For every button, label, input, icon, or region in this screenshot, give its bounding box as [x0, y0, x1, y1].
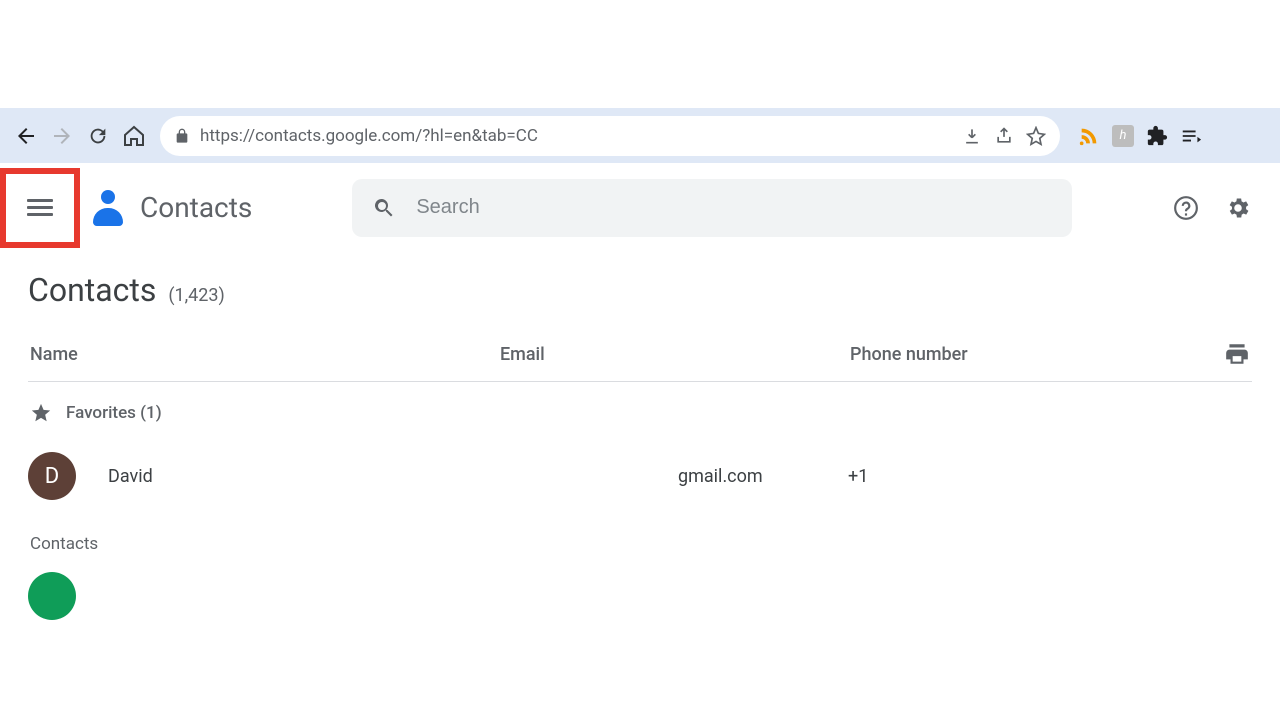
contacts-section: Contacts: [30, 534, 1252, 554]
help-icon: [1173, 195, 1199, 221]
contact-email: gmail.com: [678, 466, 848, 487]
avatar[interactable]: [28, 572, 76, 620]
settings-button[interactable]: [1224, 194, 1252, 222]
star-filled-icon: [30, 402, 52, 424]
install-icon[interactable]: [962, 126, 982, 146]
favorites-section: Favorites (1): [30, 402, 1252, 424]
app-title: Contacts: [140, 191, 252, 224]
browser-toolbar: https://contacts.google.com/?hl=en&tab=C…: [0, 108, 1280, 163]
column-phone: Phone number: [850, 344, 1190, 365]
contact-count: (1,423): [168, 285, 224, 306]
help-button[interactable]: [1172, 194, 1200, 222]
lock-icon: [174, 128, 190, 144]
search-input[interactable]: [416, 196, 1052, 219]
contact-phone: +1: [848, 466, 1252, 487]
contacts-label: Contacts: [30, 534, 98, 554]
contact-row[interactable]: D David gmail.com +1: [28, 442, 1252, 510]
url-text: https://contacts.google.com/?hl=en&tab=C…: [200, 126, 952, 146]
star-icon[interactable]: [1026, 126, 1046, 146]
share-icon[interactable]: [994, 126, 1014, 146]
reading-list-icon[interactable]: [1180, 125, 1202, 147]
print-icon: [1224, 341, 1250, 367]
avatar: D: [28, 452, 76, 500]
column-name: Name: [30, 344, 500, 365]
main-content: Contacts (1,423) Name Email Phone number…: [0, 253, 1280, 638]
hamburger-icon: [27, 195, 53, 220]
address-bar[interactable]: https://contacts.google.com/?hl=en&tab=C…: [160, 116, 1060, 156]
home-icon[interactable]: [120, 122, 148, 150]
gear-icon: [1225, 195, 1251, 221]
contacts-logo-icon: [90, 190, 126, 226]
table-header: Name Email Phone number: [28, 333, 1252, 382]
favorites-label: Favorites (1): [66, 403, 162, 423]
rss-extension-icon[interactable]: [1078, 125, 1100, 147]
reload-icon[interactable]: [84, 122, 112, 150]
app-header: Contacts: [0, 163, 1280, 253]
page-title: Contacts: [28, 271, 156, 309]
search-box[interactable]: [352, 179, 1072, 237]
extension-icon[interactable]: h: [1112, 125, 1134, 147]
column-email: Email: [500, 344, 850, 365]
print-button[interactable]: [1224, 341, 1250, 367]
contact-name: David: [108, 466, 678, 487]
extensions-puzzle-icon[interactable]: [1146, 125, 1168, 147]
main-menu-button[interactable]: [0, 168, 80, 248]
search-icon: [372, 196, 396, 220]
back-icon[interactable]: [12, 122, 40, 150]
forward-icon[interactable]: [48, 122, 76, 150]
